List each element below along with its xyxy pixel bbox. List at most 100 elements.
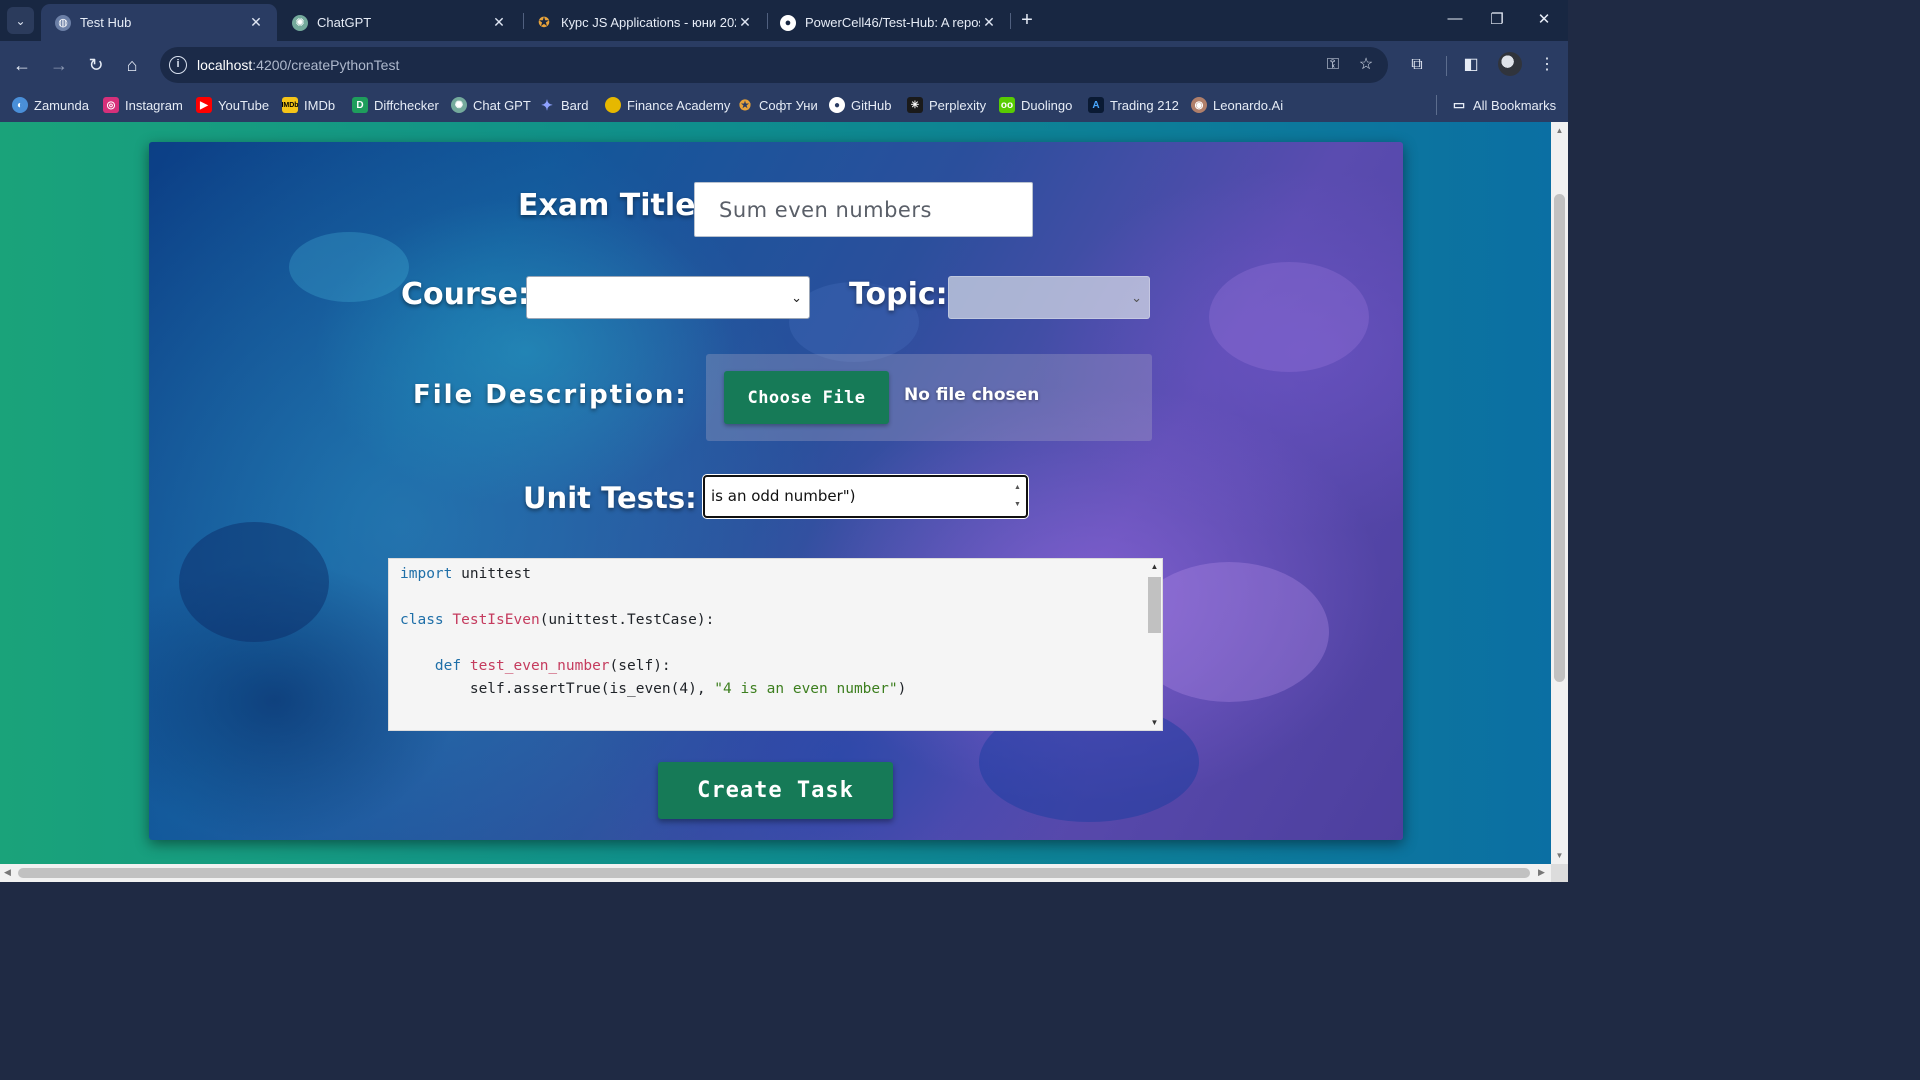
toolbar-divider: [1446, 56, 1447, 76]
close-icon[interactable]: ✕: [736, 14, 754, 31]
bookmark-imdb[interactable]: IMDb IMDb: [281, 95, 335, 115]
code-scroll-thumb[interactable]: [1148, 577, 1161, 633]
bookmark-perplexity[interactable]: ✳ Perplexity: [907, 95, 986, 115]
code-function-name: test_even_number: [469, 658, 610, 674]
exam-title-input[interactable]: [694, 182, 1033, 237]
softuni-icon: ✪: [739, 96, 751, 113]
bookmark-star-icon[interactable]: ☆: [1356, 55, 1376, 75]
close-icon[interactable]: ✕: [490, 14, 508, 31]
github-icon: ●: [780, 14, 796, 31]
bookmark-softuni[interactable]: ✪ Софт Уни: [737, 95, 818, 115]
tab-title: PowerCell46/Test-Hub: A reposi: [805, 15, 980, 30]
minimize-icon[interactable]: —: [1443, 10, 1467, 27]
page-vertical-scrollbar[interactable]: ▲ ▼: [1551, 122, 1568, 864]
bookmark-label: YouTube: [218, 97, 270, 113]
unit-tests-input[interactable]: is an odd number") ▲ ▼: [703, 475, 1028, 518]
code-text: (self):: [609, 658, 671, 674]
bookmark-youtube[interactable]: ▶ YouTube: [196, 95, 269, 115]
menu-kebab-icon[interactable]: ⋮: [1535, 53, 1559, 77]
scrollbar-corner: [1551, 864, 1568, 882]
scroll-up-icon[interactable]: ▲: [1011, 479, 1024, 496]
tab-search-chevron-icon[interactable]: ⌄: [7, 7, 34, 34]
bookmark-diffchecker[interactable]: D Diffchecker: [352, 95, 439, 115]
tab-strip: ⌄ ◍ Test Hub ✕ ✺ ChatGPT ✕ ✪ Курс JS App…: [0, 0, 1568, 41]
scroll-down-icon[interactable]: ▼: [1011, 496, 1024, 513]
bookmark-leonardo[interactable]: ◉ Leonardo.Ai: [1191, 95, 1283, 115]
scroll-up-icon[interactable]: ▲: [1147, 562, 1162, 571]
reload-icon[interactable]: ↻: [84, 53, 108, 77]
restore-icon[interactable]: ❐: [1485, 10, 1509, 28]
bookmark-instagram[interactable]: ◎ Instagram: [103, 95, 183, 115]
page-scroll-thumb[interactable]: [1554, 194, 1565, 682]
scroll-right-icon[interactable]: ▶: [1538, 867, 1545, 878]
tab-chatgpt[interactable]: ✺ ChatGPT ✕: [278, 4, 520, 41]
new-tab-plus-icon[interactable]: +: [1016, 9, 1038, 31]
tab-test-hub[interactable]: ◍ Test Hub ✕: [41, 4, 277, 41]
duolingo-icon: oo: [999, 97, 1015, 113]
unit-tests-scroll[interactable]: ▲ ▼: [1011, 479, 1024, 514]
extensions-puzzle-icon[interactable]: ⧉: [1405, 53, 1429, 77]
password-key-icon[interactable]: ⚿: [1323, 55, 1343, 75]
tab-js-applications[interactable]: ✪ Курс JS Applications - юни 202 ✕: [522, 4, 766, 41]
bookmarks-separator: [1436, 95, 1437, 115]
tab-title: Курс JS Applications - юни 202: [561, 15, 736, 30]
scroll-up-icon[interactable]: ▲: [1551, 126, 1568, 135]
topic-select[interactable]: ⌄: [948, 276, 1150, 319]
all-bookmarks[interactable]: ▭ All Bookmarks: [1451, 95, 1556, 115]
folder-icon: ▭: [1452, 97, 1466, 112]
youtube-icon: ▶: [196, 97, 212, 113]
page-hscroll-thumb[interactable]: [18, 868, 1530, 878]
bookmark-label: Bard: [561, 97, 589, 113]
code-keyword: import: [400, 566, 453, 582]
bookmark-zamunda[interactable]: ◐ Zamunda: [12, 95, 89, 115]
bookmark-label: Perplexity: [929, 97, 987, 113]
bookmark-github[interactable]: ● GitHub: [829, 95, 891, 115]
imdb-icon: IMDb: [281, 97, 299, 113]
texture-speck: [289, 232, 409, 302]
texture-speck: [1209, 262, 1369, 372]
file-description-label: File Description:: [413, 380, 688, 410]
code-text: ): [897, 681, 907, 697]
bookmarks-bar: ◐ Zamunda ◎ Instagram ▶ YouTube IMDb IMDb DD…: [0, 88, 1568, 122]
side-panel-icon[interactable]: ◧: [1459, 53, 1483, 77]
address-bar[interactable]: i localhost:4200/createPythonTest ⚿ ☆: [160, 47, 1388, 83]
bookmark-duolingo[interactable]: oo Duolingo: [999, 95, 1072, 115]
window-close-icon[interactable]: ✕: [1532, 10, 1556, 28]
course-select[interactable]: ⌄: [526, 276, 810, 319]
create-task-button[interactable]: Create Task: [658, 762, 893, 819]
bookmark-finance-academy[interactable]: Finance Academy: [605, 95, 730, 115]
bookmark-label: Diffchecker: [374, 97, 439, 113]
url-host: localhost: [197, 57, 253, 73]
bookmark-trading212[interactable]: A Trading 212: [1088, 95, 1179, 115]
bookmark-label: Chat GPT: [473, 97, 531, 113]
url-text[interactable]: localhost:4200/createPythonTest: [197, 57, 399, 73]
tab-title: ChatGPT: [317, 15, 372, 30]
close-icon[interactable]: ✕: [980, 14, 998, 31]
tab-github-repo[interactable]: ● PowerCell46/Test-Hub: A reposi ✕: [766, 4, 1010, 41]
page-horizontal-scrollbar[interactable]: ◀ ▶: [0, 864, 1551, 882]
chatgpt-icon: ✺: [451, 97, 467, 113]
unit-tests-value: is an odd number"): [711, 487, 856, 505]
back-arrow-icon[interactable]: ←: [10, 53, 34, 77]
trading212-icon: A: [1088, 97, 1104, 113]
code-line: self.assertTrue(is_even(4), "4 is an eve…: [400, 681, 907, 697]
bookmark-chatgpt[interactable]: ✺ Chat GPT: [451, 95, 531, 115]
close-icon[interactable]: ✕: [247, 14, 265, 31]
zamunda-icon: ◐: [12, 97, 28, 113]
code-scrollbar[interactable]: ▲ ▼: [1147, 559, 1162, 730]
scroll-down-icon[interactable]: ▼: [1147, 718, 1162, 727]
page-viewport: Exam Title: Course: ⌄ Topic: ⌄ File Desc…: [0, 122, 1551, 864]
bookmark-bard[interactable]: ✦ Bard: [539, 95, 588, 115]
home-icon[interactable]: ⌂: [120, 53, 144, 77]
forward-arrow-icon[interactable]: →: [47, 53, 71, 77]
scroll-down-icon[interactable]: ▼: [1551, 851, 1568, 860]
scroll-left-icon[interactable]: ◀: [4, 867, 11, 878]
perplexity-icon: ✳: [907, 97, 923, 113]
site-info-icon[interactable]: i: [169, 56, 187, 74]
choose-file-button[interactable]: Choose File: [724, 371, 889, 424]
code-preview[interactable]: import unittest class TestIsEven(unittes…: [388, 558, 1163, 731]
profile-avatar[interactable]: [1498, 52, 1522, 76]
topic-label: Topic:: [849, 277, 948, 312]
bookmark-label: Instagram: [125, 97, 183, 113]
code-text: self.assertTrue(is_even(4),: [469, 681, 715, 697]
